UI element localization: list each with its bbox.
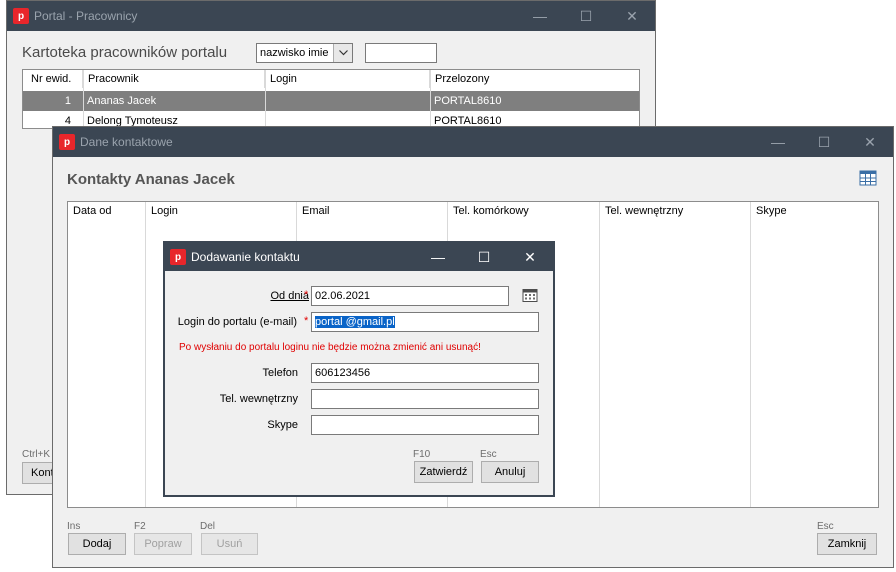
main-window-title: Portal - Pracownicy: [34, 9, 138, 23]
dialog-titlebar: p Dodawanie kontaktu — ☐ ✕: [165, 243, 553, 271]
page-title: Kartoteka pracowników portalu: [22, 44, 228, 61]
close-icon[interactable]: ✕: [609, 1, 655, 31]
close-button[interactable]: Zamknij: [817, 533, 877, 555]
date-input[interactable]: 02.06.2021: [311, 286, 509, 306]
chevron-down-icon[interactable]: [333, 44, 352, 62]
minimize-icon[interactable]: —: [755, 127, 801, 157]
app-icon: p: [170, 249, 186, 265]
edit-button[interactable]: Popraw: [134, 533, 192, 555]
column-header[interactable]: Pracownik: [83, 70, 265, 88]
maximize-icon[interactable]: ☐: [801, 127, 847, 157]
minimize-icon[interactable]: —: [517, 1, 563, 31]
employees-table: Nr ewid. Pracownik Login Przelozony 1 An…: [22, 69, 640, 129]
extension-label: Tel. wewnętrzny: [220, 393, 298, 405]
column-header[interactable]: Data od: [68, 202, 145, 220]
phone-label: Telefon: [263, 367, 298, 379]
delete-button[interactable]: Usuń: [201, 533, 258, 555]
login-input-value: portal @gmail.pl: [315, 316, 395, 328]
maximize-icon[interactable]: ☐: [563, 1, 609, 31]
column-header[interactable]: Login: [146, 202, 297, 220]
phone-label-text: Telefon: [262, 367, 298, 379]
extension-input[interactable]: [311, 389, 539, 409]
row-name: Ananas Jacek: [87, 95, 157, 107]
table-row[interactable]: 1 Ananas Jacek PORTAL8610: [23, 91, 639, 111]
sort-select[interactable]: nazwisko imie: [256, 43, 353, 63]
row-login: [265, 91, 430, 111]
app-icon: p: [59, 134, 75, 150]
confirm-button[interactable]: Zatwierdź: [414, 461, 473, 483]
contacts-window-title: Dane kontaktowe: [80, 135, 173, 149]
add-button[interactable]: Dodaj: [68, 533, 126, 555]
row-nr: 1: [64, 95, 71, 107]
main-titlebar: p Portal - Pracownicy — ☐ ✕: [7, 1, 655, 31]
close-icon[interactable]: ✕: [847, 127, 893, 157]
required-mark: *: [304, 289, 309, 301]
login-label: Login do portalu (e-mail): [178, 316, 297, 328]
contact-shortcut-hint: Ctrl+K: [22, 449, 51, 460]
edit-shortcut-hint: F2: [134, 521, 146, 532]
column-header[interactable]: Tel. wewnętrzny: [600, 202, 751, 220]
search-input[interactable]: [365, 43, 437, 63]
delete-shortcut-hint: Del: [200, 521, 216, 532]
skype-input[interactable]: [311, 415, 539, 435]
confirm-shortcut-hint: F10: [413, 449, 431, 460]
column-header[interactable]: Przelozony: [430, 70, 639, 88]
column-header[interactable]: Login: [265, 70, 430, 88]
login-label-text: Login do portalu (e-mail): [177, 316, 297, 328]
column-header[interactable]: Email: [297, 202, 448, 220]
maximize-icon[interactable]: ☐: [461, 243, 507, 271]
add-shortcut-hint: Ins: [67, 521, 81, 532]
extension-label-text: Tel. wewnętrzny: [219, 393, 298, 405]
skype-label-text: Skype: [267, 419, 298, 431]
close-shortcut-hint: Esc: [817, 521, 834, 532]
dialog-title: Dodawanie kontaktu: [191, 250, 300, 264]
add-contact-dialog: p Dodawanie kontaktu — ☐ ✕ Od dnia * 02.…: [163, 241, 555, 497]
column-header[interactable]: Skype: [751, 202, 878, 220]
required-mark: *: [304, 315, 309, 327]
phone-input[interactable]: 606123456: [311, 363, 539, 383]
cancel-button[interactable]: Anuluj: [481, 461, 539, 483]
app-icon: p: [13, 8, 29, 24]
column-header[interactable]: Tel. komórkowy: [448, 202, 599, 220]
column-header[interactable]: Nr ewid.: [23, 70, 83, 88]
login-warning: Po wysłaniu do portalu loginu nie będzie…: [179, 342, 481, 353]
close-icon[interactable]: ✕: [507, 243, 553, 271]
contacts-titlebar: p Dane kontaktowe — ☐ ✕: [53, 127, 893, 157]
contacts-heading: Kontakty Ananas Jacek: [67, 171, 235, 188]
calendar-icon[interactable]: [522, 287, 538, 303]
row-supervisor: PORTAL8610: [434, 95, 502, 107]
minimize-icon[interactable]: —: [415, 243, 461, 271]
cancel-shortcut-hint: Esc: [480, 449, 497, 460]
table-settings-icon[interactable]: [859, 169, 877, 187]
login-input[interactable]: portal @gmail.pl: [311, 312, 539, 332]
sort-select-value: nazwisko imie: [260, 47, 329, 59]
skype-label: Skype: [267, 419, 298, 431]
